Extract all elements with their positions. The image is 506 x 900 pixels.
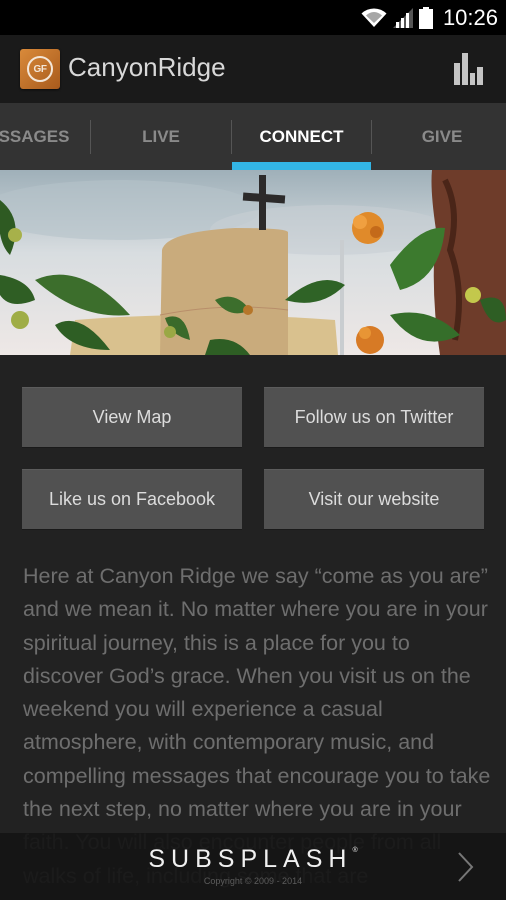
twitter-label: Follow us on Twitter [294, 407, 454, 427]
subsplash-footer[interactable]: SUBSPLASH® Copyright © 2009 - 2014 [0, 833, 506, 900]
tab-give[interactable]: GIVE [372, 103, 506, 170]
registered-mark: ® [352, 847, 358, 854]
brand-name: SUBSPLASH [148, 845, 353, 873]
church-photo [0, 170, 506, 355]
twitter-button[interactable]: Follow us on Twitter [264, 387, 484, 447]
facebook-label: Like us on Facebook [48, 489, 216, 509]
status-bar: 10:26 [0, 0, 506, 35]
wifi-icon [361, 7, 387, 27]
tab-label: LIVE [142, 126, 180, 146]
view-map-label: View Map [92, 407, 172, 427]
app-title: CanyonRidge [68, 52, 226, 82]
signal-icon [392, 7, 413, 28]
app-logo[interactable]: GF [20, 49, 60, 89]
action-bar: GF CanyonRidge [0, 35, 506, 103]
tab-label: CONNECT [259, 126, 344, 146]
battery-icon [418, 6, 433, 29]
hero-image [0, 170, 506, 355]
tab-messages[interactable]: SSAGES [0, 103, 90, 170]
website-button[interactable]: Visit our website [264, 469, 484, 529]
logo-mark: GF [27, 56, 53, 82]
tab-label: SSAGES [0, 126, 70, 146]
website-label: Visit our website [308, 489, 440, 509]
bar-chart-icon[interactable] [454, 53, 484, 85]
brand-wordmark: SUBSPLASH® [0, 845, 506, 874]
tab-connect[interactable]: CONNECT [232, 103, 371, 170]
clock: 10:26 [442, 4, 498, 30]
facebook-button[interactable]: Like us on Facebook [22, 469, 242, 529]
active-tab-indicator [232, 162, 371, 170]
view-map-button[interactable]: View Map [22, 387, 242, 447]
tab-label: GIVE [421, 126, 463, 146]
tab-bar: SSAGES LIVE CONNECT GIVE [0, 103, 506, 170]
chevron-right-icon[interactable] [456, 851, 476, 883]
tab-live[interactable]: LIVE [91, 103, 231, 170]
copyright-text: Copyright © 2009 - 2014 [203, 876, 303, 886]
